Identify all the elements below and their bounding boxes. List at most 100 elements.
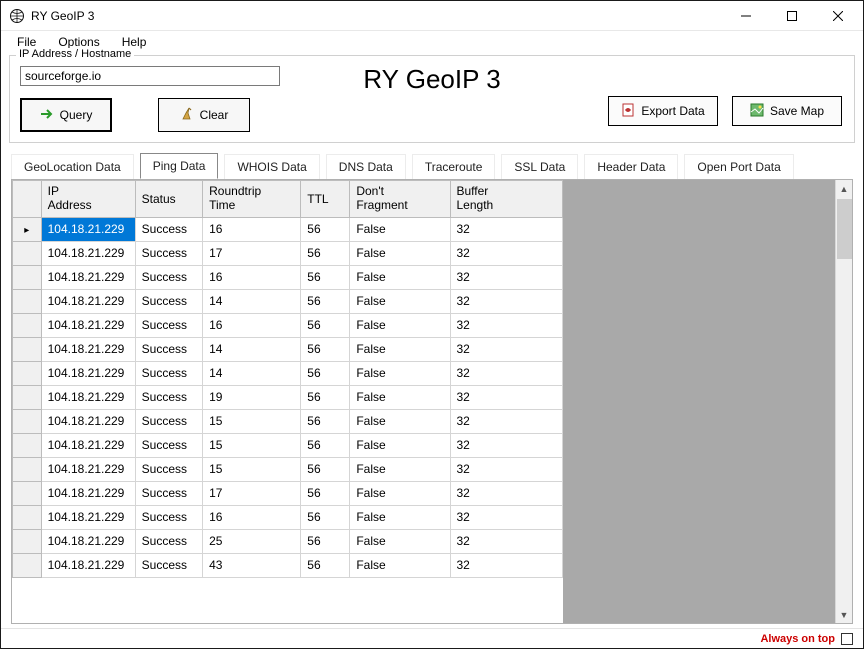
table-row[interactable]: 104.18.21.229Success1756False32	[13, 481, 563, 505]
cell-status[interactable]: Success	[135, 457, 202, 481]
cell-dont-fragment[interactable]: False	[350, 289, 450, 313]
cell-ttl[interactable]: 56	[301, 385, 350, 409]
cell-dont-fragment[interactable]: False	[350, 337, 450, 361]
row-header[interactable]	[13, 265, 42, 289]
cell-ttl[interactable]: 56	[301, 289, 350, 313]
row-header[interactable]	[13, 481, 42, 505]
cell-ip[interactable]: 104.18.21.229	[41, 433, 135, 457]
cell-roundtrip[interactable]: 19	[203, 385, 301, 409]
tab-geolocation-data[interactable]: GeoLocation Data	[11, 154, 134, 179]
cell-roundtrip[interactable]: 15	[203, 457, 301, 481]
table-row[interactable]: 104.18.21.229Success1456False32	[13, 289, 563, 313]
row-header[interactable]	[13, 337, 42, 361]
cell-roundtrip[interactable]: 15	[203, 433, 301, 457]
cell-roundtrip[interactable]: 17	[203, 241, 301, 265]
table-row[interactable]: 104.18.21.229Success1556False32	[13, 409, 563, 433]
cell-ttl[interactable]: 56	[301, 241, 350, 265]
cell-buffer-length[interactable]: 32	[450, 409, 563, 433]
col-dont-fragment[interactable]: Don'tFragment	[350, 181, 450, 218]
cell-dont-fragment[interactable]: False	[350, 529, 450, 553]
col-ip[interactable]: IPAddress	[41, 181, 135, 218]
cell-status[interactable]: Success	[135, 505, 202, 529]
scroll-down-icon[interactable]: ▼	[837, 606, 852, 623]
host-input[interactable]	[20, 66, 280, 86]
cell-dont-fragment[interactable]: False	[350, 313, 450, 337]
cell-roundtrip[interactable]: 14	[203, 337, 301, 361]
row-header[interactable]	[13, 241, 42, 265]
row-header[interactable]: ▸	[13, 217, 42, 241]
cell-ip[interactable]: 104.18.21.229	[41, 505, 135, 529]
row-header[interactable]	[13, 289, 42, 313]
cell-ip[interactable]: 104.18.21.229	[41, 553, 135, 577]
row-header[interactable]	[13, 457, 42, 481]
cell-status[interactable]: Success	[135, 337, 202, 361]
tab-whois-data[interactable]: WHOIS Data	[224, 154, 319, 179]
save-map-button[interactable]: Save Map	[732, 96, 842, 126]
cell-buffer-length[interactable]: 32	[450, 337, 563, 361]
close-button[interactable]	[815, 1, 861, 30]
table-row[interactable]: 104.18.21.229Success1656False32	[13, 313, 563, 337]
cell-buffer-length[interactable]: 32	[450, 457, 563, 481]
cell-roundtrip[interactable]: 16	[203, 505, 301, 529]
tab-traceroute[interactable]: Traceroute	[412, 154, 496, 179]
col-roundtrip[interactable]: RoundtripTime	[203, 181, 301, 218]
vertical-scrollbar[interactable]: ▲ ▼	[835, 180, 852, 623]
table-row[interactable]: 104.18.21.229Success1456False32	[13, 337, 563, 361]
table-row[interactable]: 104.18.21.229Success1656False32	[13, 265, 563, 289]
cell-roundtrip[interactable]: 14	[203, 289, 301, 313]
scroll-thumb[interactable]	[837, 199, 852, 259]
query-button[interactable]: Query	[20, 98, 112, 132]
cell-dont-fragment[interactable]: False	[350, 433, 450, 457]
table-row[interactable]: 104.18.21.229Success2556False32	[13, 529, 563, 553]
cell-dont-fragment[interactable]: False	[350, 361, 450, 385]
tab-ping-data[interactable]: Ping Data	[140, 153, 219, 179]
row-header[interactable]	[13, 385, 42, 409]
tab-open-port-data[interactable]: Open Port Data	[684, 154, 793, 179]
col-buffer-length[interactable]: BufferLength	[450, 181, 563, 218]
cell-roundtrip[interactable]: 16	[203, 313, 301, 337]
cell-status[interactable]: Success	[135, 409, 202, 433]
cell-buffer-length[interactable]: 32	[450, 481, 563, 505]
cell-ttl[interactable]: 56	[301, 409, 350, 433]
cell-buffer-length[interactable]: 32	[450, 265, 563, 289]
cell-status[interactable]: Success	[135, 241, 202, 265]
cell-ttl[interactable]: 56	[301, 313, 350, 337]
table-row[interactable]: ▸104.18.21.229Success1656False32	[13, 217, 563, 241]
cell-dont-fragment[interactable]: False	[350, 241, 450, 265]
table-row[interactable]: 104.18.21.229Success1756False32	[13, 241, 563, 265]
tab-dns-data[interactable]: DNS Data	[326, 154, 406, 179]
cell-status[interactable]: Success	[135, 265, 202, 289]
cell-ttl[interactable]: 56	[301, 457, 350, 481]
cell-ip[interactable]: 104.18.21.229	[41, 337, 135, 361]
cell-ip[interactable]: 104.18.21.229	[41, 241, 135, 265]
cell-ip[interactable]: 104.18.21.229	[41, 457, 135, 481]
cell-status[interactable]: Success	[135, 217, 202, 241]
row-header[interactable]	[13, 505, 42, 529]
tab-ssl-data[interactable]: SSL Data	[501, 154, 578, 179]
cell-buffer-length[interactable]: 32	[450, 505, 563, 529]
table-row[interactable]: 104.18.21.229Success1556False32	[13, 433, 563, 457]
cell-dont-fragment[interactable]: False	[350, 553, 450, 577]
cell-ip[interactable]: 104.18.21.229	[41, 361, 135, 385]
cell-status[interactable]: Success	[135, 289, 202, 313]
row-header[interactable]	[13, 361, 42, 385]
cell-ttl[interactable]: 56	[301, 265, 350, 289]
table-row[interactable]: 104.18.21.229Success4356False32	[13, 553, 563, 577]
col-rowselect[interactable]	[13, 181, 42, 218]
cell-ip[interactable]: 104.18.21.229	[41, 409, 135, 433]
table-row[interactable]: 104.18.21.229Success1956False32	[13, 385, 563, 409]
col-status[interactable]: Status	[135, 181, 202, 218]
cell-roundtrip[interactable]: 43	[203, 553, 301, 577]
row-header[interactable]	[13, 313, 42, 337]
row-header[interactable]	[13, 409, 42, 433]
cell-buffer-length[interactable]: 32	[450, 289, 563, 313]
cell-status[interactable]: Success	[135, 385, 202, 409]
cell-dont-fragment[interactable]: False	[350, 409, 450, 433]
cell-roundtrip[interactable]: 16	[203, 265, 301, 289]
cell-buffer-length[interactable]: 32	[450, 529, 563, 553]
table-row[interactable]: 104.18.21.229Success1556False32	[13, 457, 563, 481]
cell-ip[interactable]: 104.18.21.229	[41, 385, 135, 409]
cell-buffer-length[interactable]: 32	[450, 313, 563, 337]
cell-ttl[interactable]: 56	[301, 337, 350, 361]
cell-buffer-length[interactable]: 32	[450, 241, 563, 265]
